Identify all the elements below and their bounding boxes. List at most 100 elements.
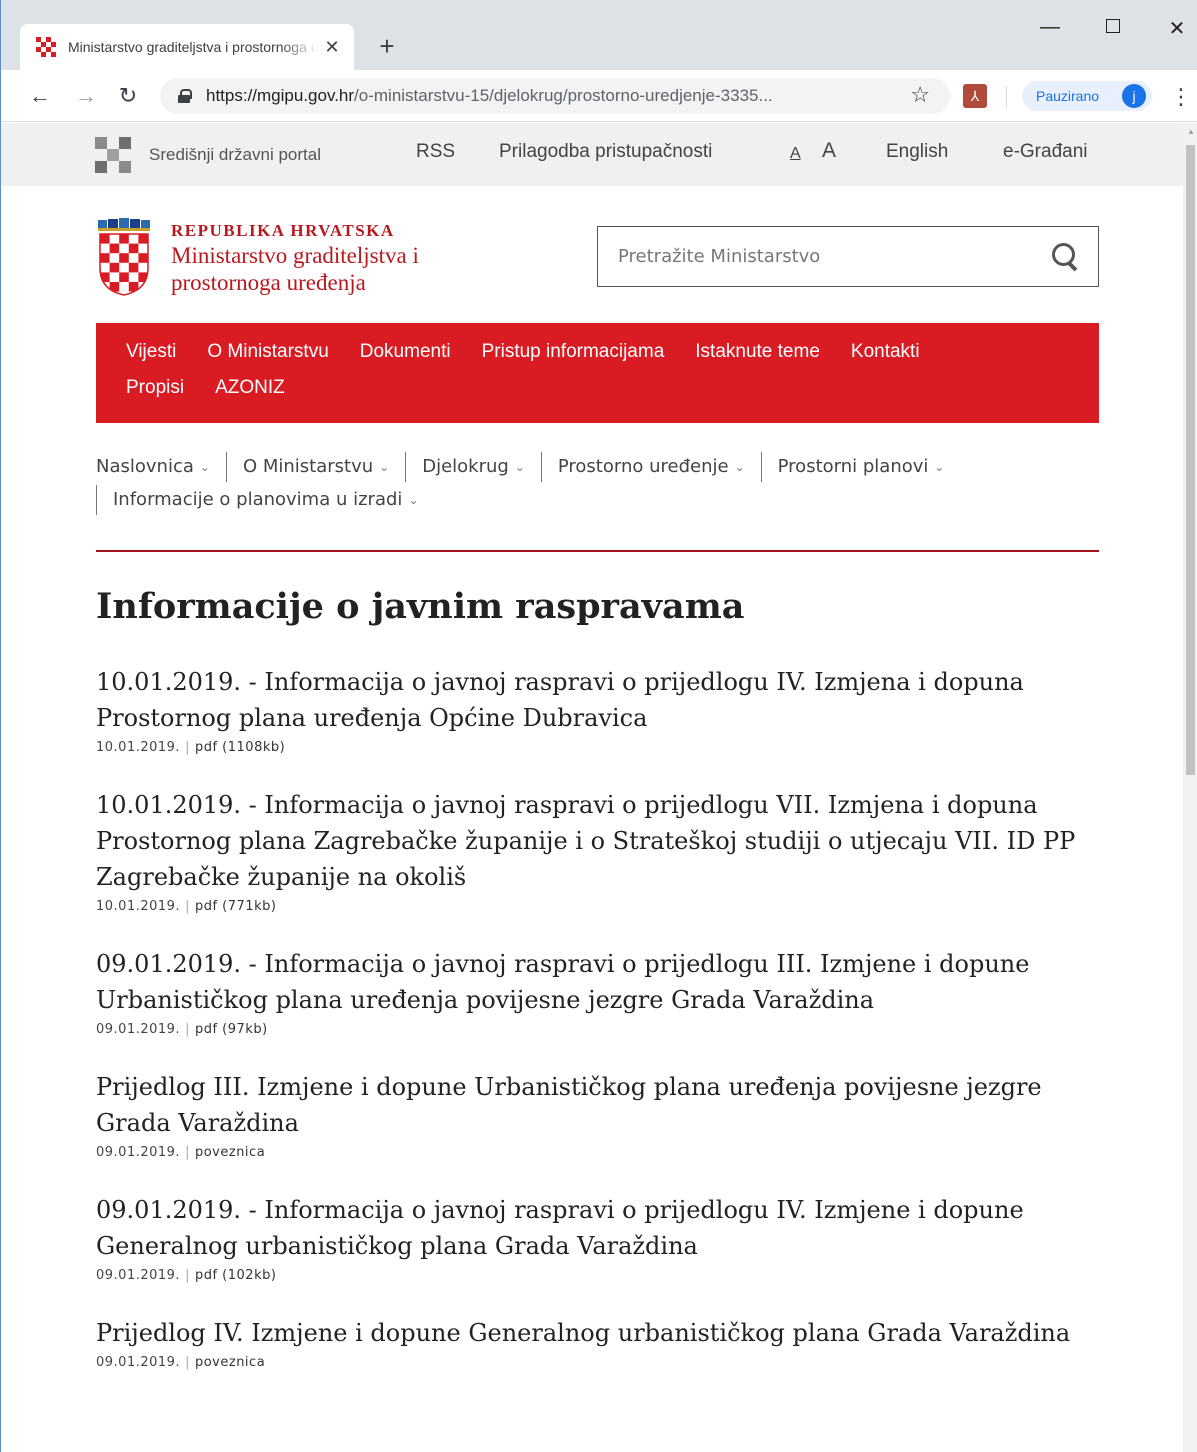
item-meta: 10.01.2019. | pdf (771kb) [96,899,1106,914]
item-title-link[interactable]: Prijedlog III. Izmjene i dopune Urbanist… [96,1069,1106,1141]
item-date: 09.01.2019. [96,1355,181,1370]
chevron-down-icon[interactable]: ⌄ [515,460,525,474]
list-item: 10.01.2019. - Informacija o javnoj raspr… [96,664,1106,755]
portal-logo-icon[interactable] [95,137,135,175]
item-file-link[interactable]: pdf (1108kb) [195,740,285,755]
divider [96,550,1099,552]
browser-titlebar: Ministarstvo graditeljstva i prostornoga… [0,0,1197,70]
meta-separator: | [185,1268,190,1283]
window-close-icon[interactable]: ✕ [1157,16,1197,41]
main-nav-item[interactable]: Kontakti [851,341,920,363]
breadcrumb-item[interactable]: Naslovnica ⌄ [96,452,226,482]
toolbar-divider [1006,86,1007,108]
breadcrumb-label: O Ministarstvu [242,456,374,477]
document-list: 10.01.2019. - Informacija o javnoj raspr… [96,664,1106,1402]
chevron-down-icon[interactable]: ⌄ [200,460,210,474]
url-text[interactable]: https://mgipu.gov.hr/o-ministarstvu-15/d… [206,86,773,106]
item-file-link[interactable]: pdf (771kb) [195,899,276,914]
egradani-link[interactable]: e-Građani [1003,141,1088,163]
main-nav-item[interactable]: AZONIZ [215,377,285,399]
page-title: Informacije o javnim raspravama [96,586,745,627]
breadcrumb-label: Djelokrug [422,456,509,477]
item-file-link[interactable]: pdf (97kb) [195,1022,268,1037]
item-title-link[interactable]: Prijedlog IV. Izmjene i dopune Generalno… [96,1315,1106,1351]
list-item: 10.01.2019. - Informacija o javnoj raspr… [96,787,1106,914]
item-meta: 09.01.2019. | pdf (97kb) [96,1022,1106,1037]
ministry-name: Ministarstvo graditeljstva i prostornoga… [171,243,419,295]
breadcrumb-item[interactable]: Prostorni planovi ⌄ [760,451,961,482]
ministry-brand[interactable]: REPUBLIKA HRVATSKA Ministarstvo graditel… [171,220,471,296]
lock-icon[interactable] [178,89,192,103]
breadcrumb-item[interactable]: O Ministarstvu ⌄ [225,451,405,482]
main-nav-item[interactable]: Pristup informacijama [482,341,665,363]
main-nav-item[interactable]: Vijesti [126,341,176,363]
scrollbar-thumb[interactable] [1186,145,1195,775]
utility-bar: Središnji državni portal RSS Prilagodba … [0,123,1183,186]
address-bar[interactable]: https://mgipu.gov.hr/o-ministarstvu-15/d… [160,78,950,114]
item-title-link[interactable]: 10.01.2019. - Informacija o javnoj raspr… [96,664,1106,736]
bookmark-star-icon[interactable]: ☆ [910,82,930,108]
browser-toolbar: ← → ↻ https://mgipu.gov.hr/o-ministarstv… [0,70,1197,122]
main-nav-item[interactable]: Istaknute teme [695,341,820,363]
chevron-down-icon[interactable]: ⌄ [934,460,944,474]
reload-icon[interactable]: ↻ [114,82,142,110]
breadcrumb-label: Prostorni planovi [777,456,929,477]
font-size-large-button[interactable]: A [822,139,836,163]
scroll-up-icon[interactable]: ▲ [1187,127,1195,136]
browser-tab[interactable]: Ministarstvo graditeljstva i prostornoga… [20,24,354,70]
new-tab-button[interactable]: + [372,30,402,62]
search-input[interactable] [618,227,1038,285]
chevron-down-icon[interactable]: ⌄ [379,460,389,474]
breadcrumb-item[interactable]: Djelokrug ⌄ [405,451,541,482]
tab-title: Ministarstvo graditeljstva i prostornoga… [68,39,318,55]
breadcrumb: Naslovnica ⌄ O Ministarstvu ⌄ Djelokrug ⌄ Pros… [96,450,1106,516]
breadcrumb-label: Naslovnica [96,456,194,477]
list-item: 09.01.2019. - Informacija o javnoj raspr… [96,946,1106,1037]
item-file-link[interactable]: pdf (102kb) [195,1268,276,1283]
minimize-icon[interactable]: — [1030,16,1070,39]
search-icon[interactable] [1052,243,1080,271]
avatar: j [1122,84,1146,108]
main-nav-item[interactable]: Propisi [126,377,184,399]
item-date: 09.01.2019. [96,1145,181,1160]
breadcrumb-item[interactable]: Informacije o planovima u izradi ⌄ [96,484,434,515]
profile-button[interactable]: Pauzirano j [1022,81,1152,111]
coat-of-arms-icon[interactable] [96,218,152,296]
item-title-link[interactable]: 09.01.2019. - Informacija o javnoj raspr… [96,1192,1106,1264]
list-item: 09.01.2019. - Informacija o javnoj raspr… [96,1192,1106,1283]
breadcrumb-item[interactable]: Prostorno uređenje ⌄ [540,451,761,482]
font-size-small-button[interactable]: A [790,145,801,163]
item-title-link[interactable]: 10.01.2019. - Informacija o javnoj raspr… [96,787,1106,895]
croatia-checker-icon [36,37,56,57]
pdf-icon[interactable]: ⅄ [963,84,987,108]
more-menu-icon[interactable]: ⋮ [1170,84,1192,110]
list-item: Prijedlog III. Izmjene i dopune Urbanist… [96,1069,1106,1160]
maximize-icon[interactable] [1093,16,1133,39]
item-date: 09.01.2019. [96,1268,181,1283]
portal-link[interactable]: Središnji državni portal [149,145,321,165]
chevron-down-icon[interactable]: ⌄ [408,493,418,507]
back-arrow-icon[interactable]: ← [26,82,54,110]
tab-close-icon[interactable]: ✕ [322,37,342,58]
main-nav-item[interactable]: O Ministarstvu [207,341,328,363]
item-date: 09.01.2019. [96,1022,181,1037]
item-file-link[interactable]: poveznica [195,1145,265,1160]
item-file-link[interactable]: poveznica [195,1355,265,1370]
meta-separator: | [185,1022,190,1037]
meta-separator: | [185,740,190,755]
accessibility-link[interactable]: Prilagodba pristupačnosti [499,141,712,163]
forward-arrow-icon[interactable]: → [72,82,100,110]
scrollbar[interactable]: ▲ [1183,123,1197,1452]
english-link[interactable]: English [886,141,948,163]
chevron-down-icon[interactable]: ⌄ [735,460,745,474]
main-nav-item[interactable]: Dokumenti [360,341,451,363]
item-date: 10.01.2019. [96,740,181,755]
search-box [597,226,1099,287]
rss-link[interactable]: RSS [416,141,455,163]
meta-separator: | [185,1355,190,1370]
item-meta: 10.01.2019. | pdf (1108kb) [96,740,1106,755]
item-title-link[interactable]: 09.01.2019. - Informacija o javnoj raspr… [96,946,1106,1018]
country-name: REPUBLIKA HRVATSKA [171,221,395,240]
item-meta: 09.01.2019. | poveznica [96,1145,1106,1160]
item-meta: 09.01.2019. | pdf (102kb) [96,1268,1106,1283]
